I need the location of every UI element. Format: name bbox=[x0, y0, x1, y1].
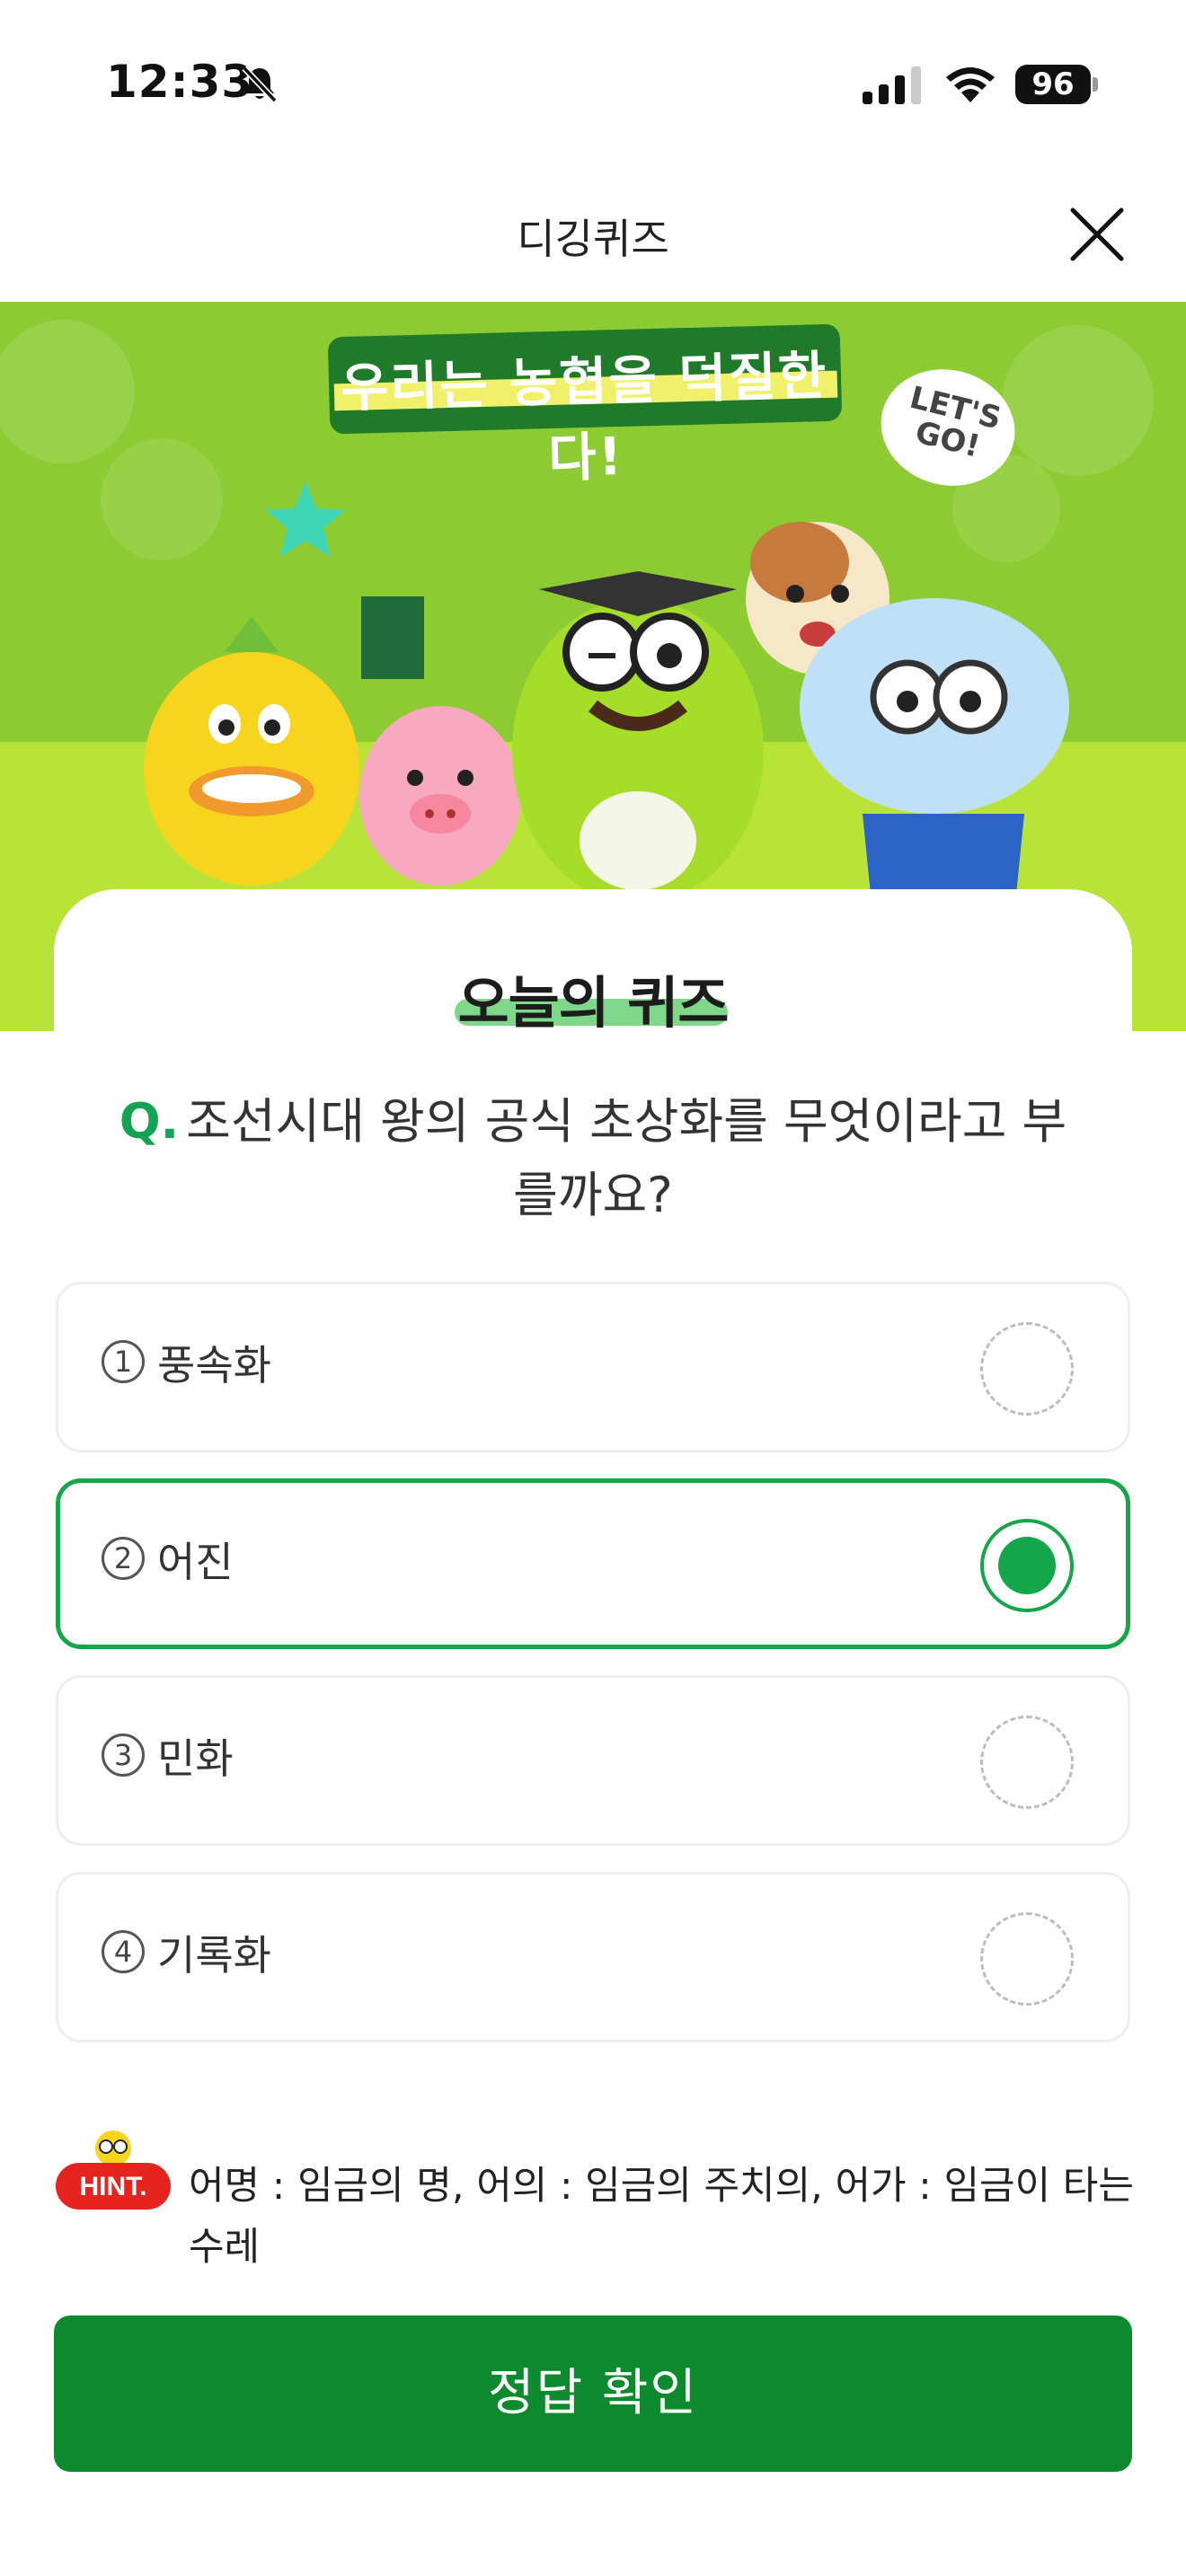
check-answer-button[interactable]: 정답 확인 bbox=[54, 2316, 1132, 2472]
hint-text: 어명 : 임금의 명, 어의 : 임금의 주치의, 어가 : 임금이 타는 수레 bbox=[189, 2164, 1134, 2270]
radio-selected-dot bbox=[998, 1537, 1056, 1594]
radio-unselected-icon[interactable] bbox=[980, 1322, 1074, 1416]
nav-header: 디깅퀴즈 bbox=[0, 180, 1186, 302]
status-bar: 12:33 96 bbox=[0, 0, 1186, 171]
close-icon[interactable] bbox=[1066, 203, 1128, 266]
option-label: 풍속화 bbox=[157, 1341, 271, 1389]
battery-level: 96 bbox=[1015, 65, 1091, 104]
battery-tip bbox=[1093, 77, 1098, 92]
answer-option-4[interactable]: 4 기록화 bbox=[56, 1872, 1130, 2042]
question-body: 조선시대 왕의 공식 초상화를 무엇이라고 부를까요? bbox=[186, 1093, 1067, 1223]
battery-icon: 96 bbox=[1015, 65, 1098, 104]
option-label: 기록화 bbox=[157, 1931, 271, 1980]
option-label: 어진 bbox=[157, 1538, 234, 1586]
answer-option-2[interactable]: 2 어진 bbox=[56, 1478, 1130, 1649]
hint-icon: HINT. bbox=[56, 2130, 171, 2210]
radio-selected-icon[interactable] bbox=[980, 1519, 1074, 1612]
mascot-characters-illustration bbox=[144, 522, 1069, 904]
status-time: 12:33 bbox=[106, 56, 254, 108]
question-text: Q. 조선시대 왕의 공식 초상화를 무엇이라고 부를까요? bbox=[117, 1085, 1069, 1232]
radio-unselected-icon[interactable] bbox=[980, 1912, 1074, 2006]
option-number: 4 bbox=[102, 1930, 145, 1973]
option-number: 1 bbox=[102, 1340, 145, 1383]
bell-off-icon bbox=[242, 66, 278, 103]
option-label: 민화 bbox=[157, 1734, 234, 1783]
wifi-icon bbox=[946, 67, 995, 102]
answer-option-3[interactable]: 3 민화 bbox=[56, 1675, 1130, 1846]
cellular-signal-icon bbox=[863, 66, 921, 104]
page-title: 디깅퀴즈 bbox=[517, 215, 669, 263]
question-marker: Q. bbox=[119, 1093, 180, 1150]
answer-option-1[interactable]: 1 풍속화 bbox=[56, 1282, 1130, 1452]
option-number: 3 bbox=[102, 1734, 145, 1777]
hint-badge: HINT. bbox=[80, 2172, 147, 2201]
option-number: 2 bbox=[102, 1537, 145, 1580]
quiz-title: 오늘의 퀴즈 bbox=[457, 970, 730, 1036]
radio-unselected-icon[interactable] bbox=[980, 1716, 1074, 1809]
